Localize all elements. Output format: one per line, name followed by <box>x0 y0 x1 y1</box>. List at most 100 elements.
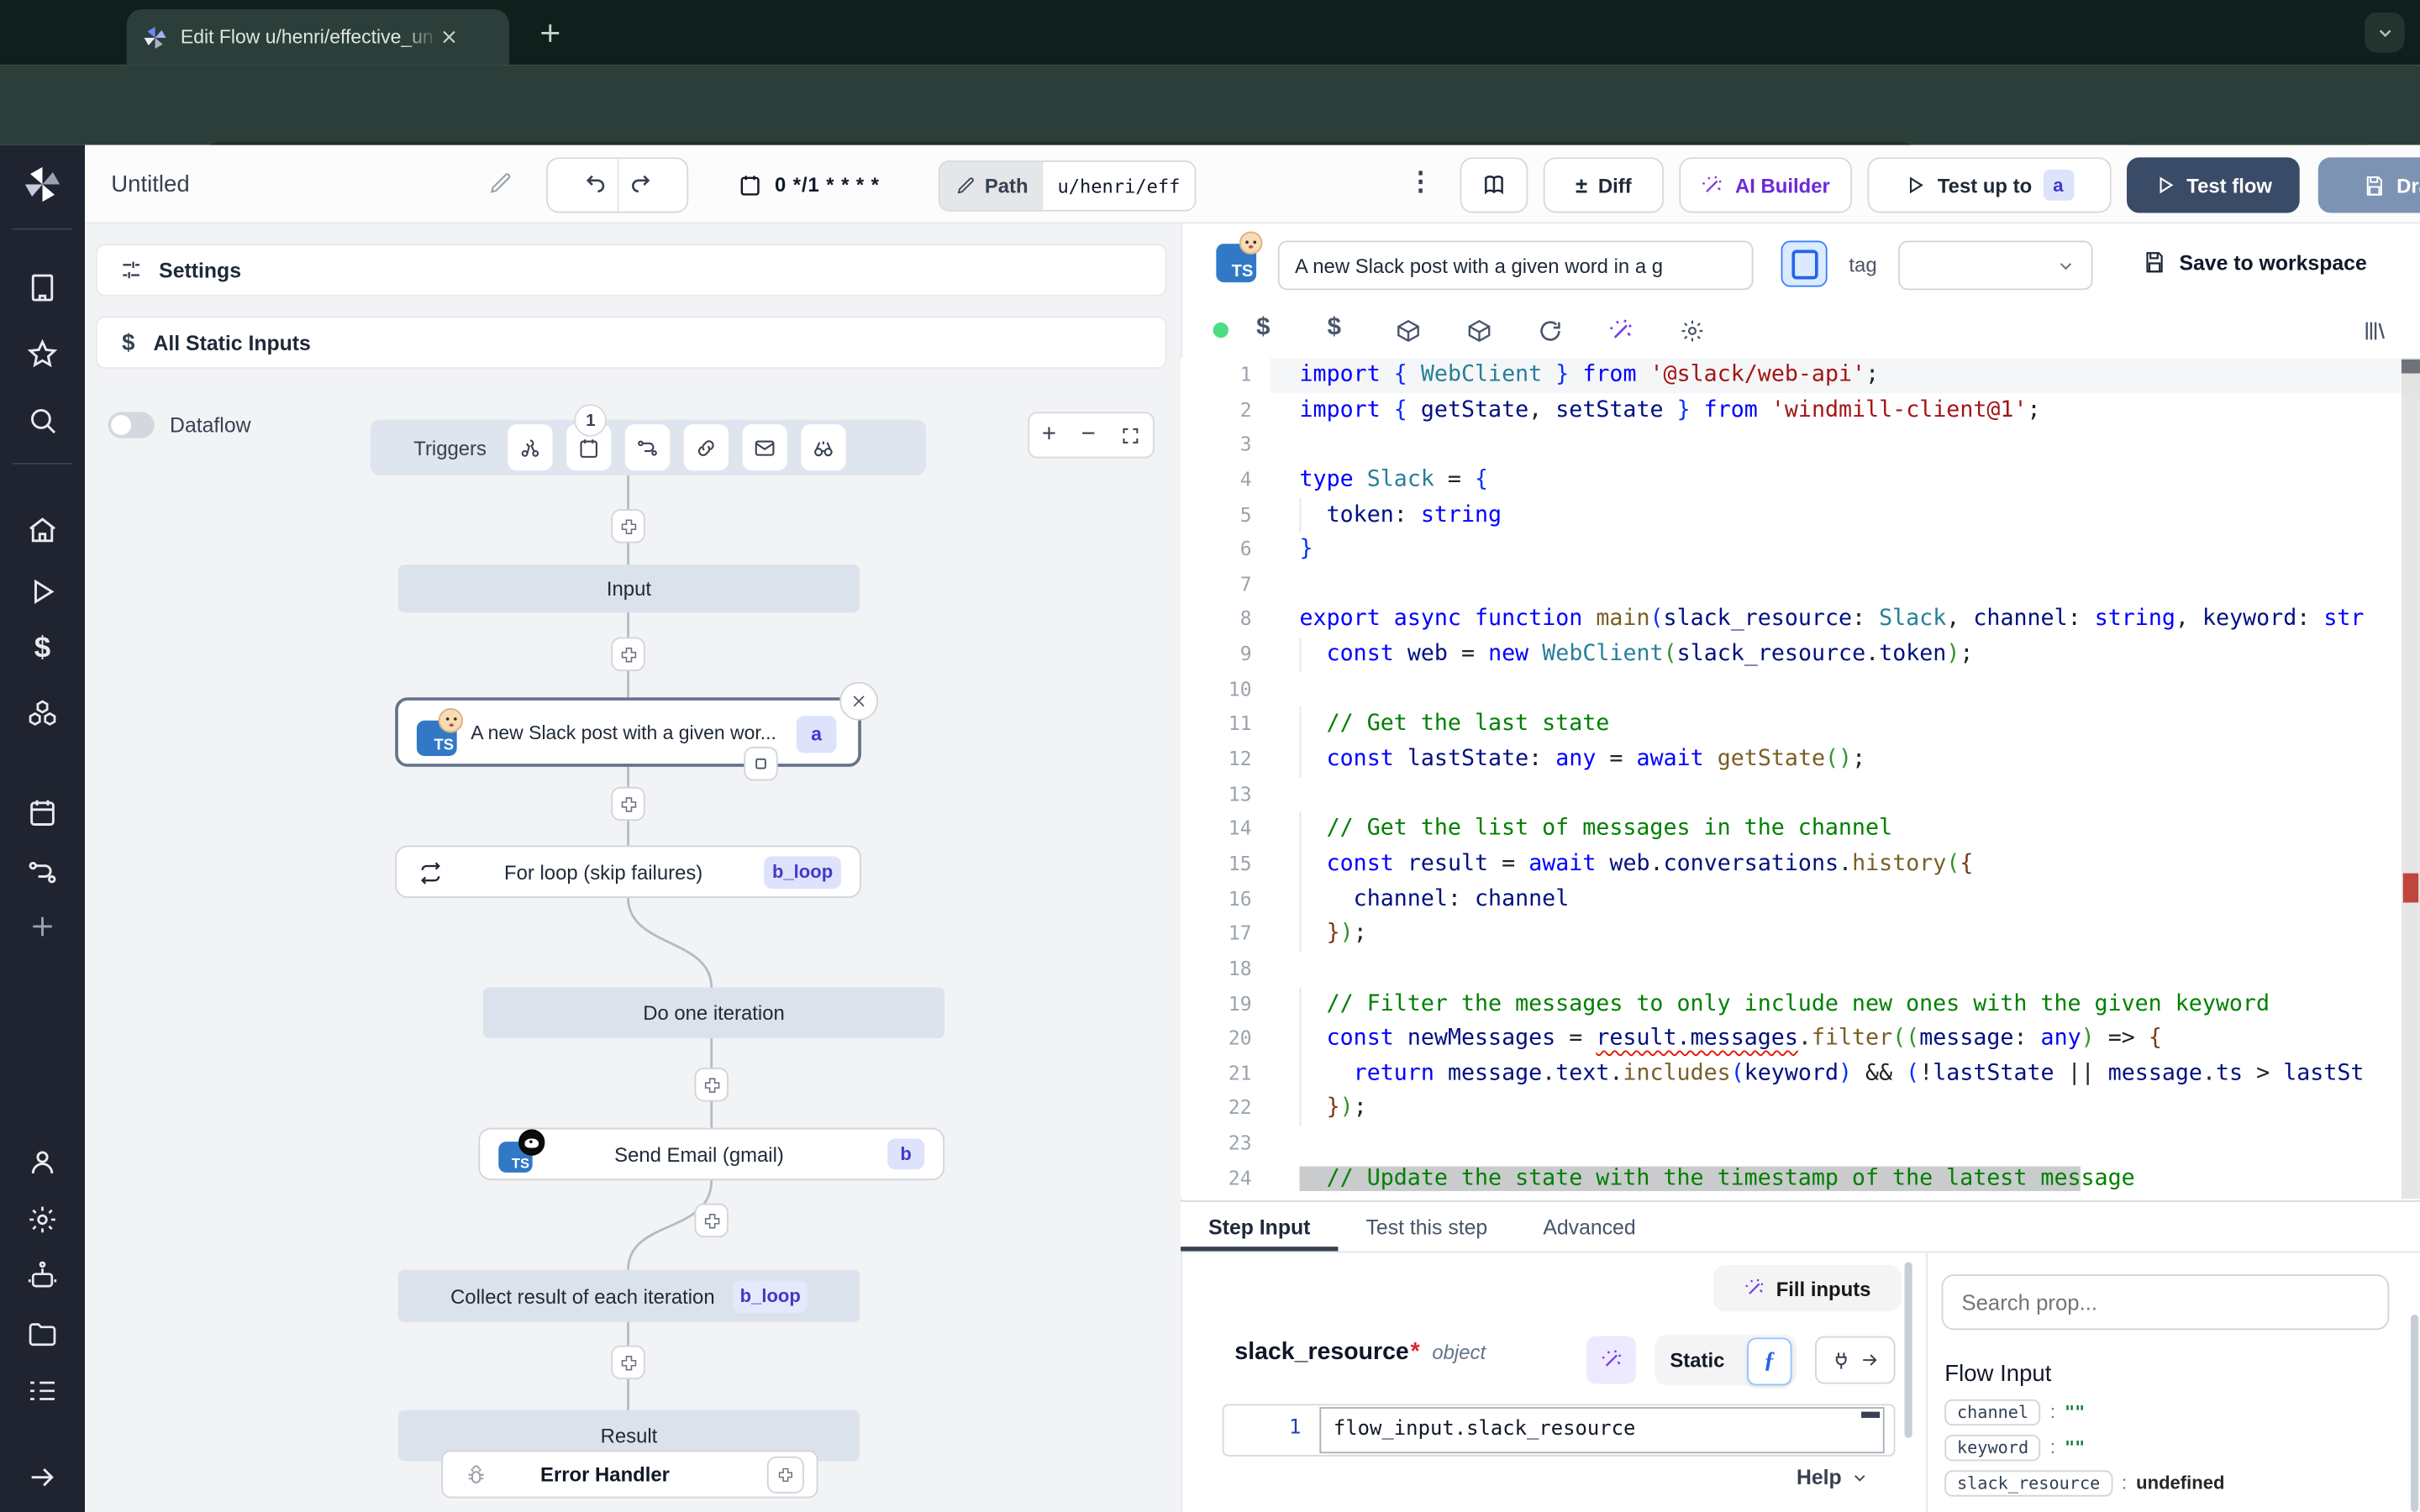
sidebar-item-favorites[interactable] <box>26 338 59 370</box>
sidebar-item-logs[interactable] <box>26 1375 59 1408</box>
step-summary-input[interactable] <box>1278 241 1754 291</box>
code-line[interactable]: 21 return message.text.includes(keyword)… <box>1181 1057 2420 1092</box>
settings-row[interactable]: Settings <box>96 244 1167 296</box>
flow-input-prop-row[interactable]: keyword:"" <box>1944 1433 2392 1461</box>
expression-editor[interactable]: 1 flow_input.slack_resource <box>1223 1404 1896 1456</box>
expr-field[interactable]: flow_input.slack_resource <box>1319 1407 1884 1453</box>
test-flow-button[interactable]: Test flow <box>2127 157 2300 213</box>
variables-button[interactable]: $ <box>1256 315 1270 343</box>
delete-step-button[interactable] <box>839 682 878 721</box>
reload-script-icon[interactable] <box>1537 318 1563 344</box>
flow-node-collect-result[interactable]: Collect result of each iteration b_loop <box>398 1270 860 1322</box>
sidebar-item-workers[interactable] <box>26 1261 59 1294</box>
prop-chip[interactable]: keyword <box>1944 1434 2041 1460</box>
ai-wand-icon[interactable] <box>1608 318 1634 344</box>
function-toggle-icon[interactable]: ƒ <box>1747 1337 1791 1385</box>
code-line[interactable]: 11 // Get the last state <box>1181 707 2420 743</box>
code-line[interactable]: 10 <box>1181 672 2420 707</box>
code-line[interactable]: 24 // Update the state with the timestam… <box>1181 1162 2420 1197</box>
code-line[interactable]: 19 // Filter the messages to only includ… <box>1181 987 2420 1022</box>
tag-select[interactable] <box>1898 241 2092 291</box>
code-line[interactable]: 7 <box>1181 568 2420 603</box>
code-line[interactable]: 4type Slack = { <box>1181 463 2420 498</box>
prop-chip[interactable]: slack_resource <box>1944 1469 2112 1495</box>
add-step-button[interactable] <box>611 638 644 671</box>
flow-node-input[interactable]: Input <box>398 564 860 612</box>
redo-icon[interactable] <box>629 172 655 198</box>
code-line[interactable]: 14 // Get the list of messages in the ch… <box>1181 812 2420 848</box>
flow-node-error-handler[interactable]: Error Handler <box>441 1451 818 1499</box>
add-error-handler-button[interactable] <box>767 1456 804 1493</box>
flow-input-prop-row[interactable]: channel:"" <box>1944 1398 2392 1425</box>
email-trigger-button[interactable] <box>743 424 787 470</box>
code-line[interactable]: 23 <box>1181 1126 2420 1162</box>
ai-builder-button[interactable]: AI Builder <box>1679 157 1852 213</box>
connect-input-button[interactable] <box>1815 1336 1896 1384</box>
add-step-button[interactable] <box>695 1068 729 1101</box>
sidebar-expand-icon[interactable] <box>26 1461 59 1494</box>
flow-node-slack-step[interactable]: TS A new Slack post with a given wor... … <box>395 697 861 767</box>
flow-node-forloop[interactable]: For loop (skip failures) b_loop <box>395 846 861 898</box>
browser-tab[interactable]: Edit Flow u/henri/effective_un <box>127 9 510 65</box>
code-line[interactable]: 15 const result = await web.conversation… <box>1181 847 2420 882</box>
code-line[interactable]: 12 const lastState: any = await getState… <box>1181 743 2420 778</box>
code-line[interactable]: 1import { WebClient } from '@slack/web-a… <box>1181 358 2420 393</box>
code-line[interactable]: 22 }); <box>1181 1091 2420 1126</box>
left-column-scrollbar[interactable] <box>1905 1262 1912 1437</box>
window-chevron-button[interactable] <box>2365 13 2405 53</box>
docs-button[interactable] <box>1460 157 1528 213</box>
editor-settings-gear-icon[interactable] <box>1679 318 1705 344</box>
tab-advanced[interactable]: Advanced <box>1515 1202 1663 1252</box>
sidebar-item-create[interactable] <box>26 911 59 943</box>
add-step-button[interactable] <box>695 1204 729 1237</box>
package-icon[interactable] <box>1395 318 1421 344</box>
more-kebab-icon[interactable]: ⋮ <box>1407 166 1434 197</box>
sidebar-item-schedules[interactable] <box>26 796 59 829</box>
tab-close-icon[interactable] <box>439 28 458 46</box>
webhook-trigger-button[interactable] <box>508 424 553 470</box>
code-line[interactable]: 13 <box>1181 777 2420 812</box>
websocket-trigger-button[interactable] <box>684 424 729 470</box>
sidebar-item-settings[interactable] <box>26 1204 59 1236</box>
route-trigger-button[interactable] <box>625 424 670 470</box>
diff-button[interactable]: ± Diff <box>1544 157 1664 213</box>
draft-button[interactable]: Draft <box>2318 157 2420 213</box>
flow-node-send-email[interactable]: TS Send Email (gmail) b <box>478 1128 944 1180</box>
library-icon[interactable] <box>2361 318 2387 344</box>
resources-button[interactable]: $ <box>1328 315 1341 343</box>
code-line[interactable]: 3 <box>1181 428 2420 463</box>
static-expr-toggle[interactable]: Static ƒ <box>1655 1335 1797 1386</box>
fill-inputs-button[interactable]: Fill inputs <box>1713 1265 1902 1311</box>
editor-scrollbar-track[interactable] <box>2402 358 2420 1199</box>
add-step-button[interactable] <box>611 509 644 543</box>
sidebar-item-flows[interactable] <box>26 856 59 889</box>
code-line[interactable]: 6} <box>1181 533 2420 568</box>
editor-scrollbar-thumb[interactable] <box>2402 360 2420 374</box>
sidebar-item-search[interactable] <box>26 404 59 437</box>
sidebar-item-resources[interactable] <box>26 697 59 730</box>
sidebar-item-variables[interactable]: $ <box>26 633 59 665</box>
path-button[interactable]: Path u/henri/eff <box>939 160 1197 212</box>
code-line[interactable]: 20 const newMessages = result.messages.f… <box>1181 1021 2420 1057</box>
all-static-inputs-row[interactable]: $ All Static Inputs <box>96 317 1167 369</box>
code-editor[interactable]: 1import { WebClient } from '@slack/web-a… <box>1181 358 2420 1199</box>
code-line[interactable]: 17 }); <box>1181 916 2420 952</box>
save-to-workspace-button[interactable]: Save to workspace <box>2142 250 2366 275</box>
sidebar-item-workspace[interactable] <box>26 271 59 304</box>
code-line[interactable]: 2import { getState, setState } from 'win… <box>1181 393 2420 428</box>
help-button[interactable]: Help <box>1797 1466 1870 1489</box>
undo-icon[interactable] <box>580 172 606 198</box>
code-line[interactable]: 9 const web = new WebClient(slack_resour… <box>1181 638 2420 673</box>
new-tab-icon[interactable] <box>537 20 563 46</box>
ai-suggest-button[interactable] <box>1586 1336 1636 1384</box>
sidebar-item-home[interactable] <box>26 514 59 547</box>
schedule-calendar-icon[interactable] <box>738 173 762 197</box>
code-line[interactable]: 8export async function main(slack_resour… <box>1181 602 2420 638</box>
code-line[interactable]: 18 <box>1181 952 2420 987</box>
flow-node-do-one-iteration[interactable]: Do one iteration <box>483 988 944 1039</box>
code-line[interactable]: 16 channel: channel <box>1181 882 2420 917</box>
edit-name-pencil-icon[interactable] <box>487 171 512 196</box>
right-column-scrollbar[interactable] <box>2411 1315 2418 1512</box>
stop-after-step-button[interactable] <box>744 747 777 780</box>
schedule-trigger-button[interactable]: 1 <box>566 424 611 470</box>
